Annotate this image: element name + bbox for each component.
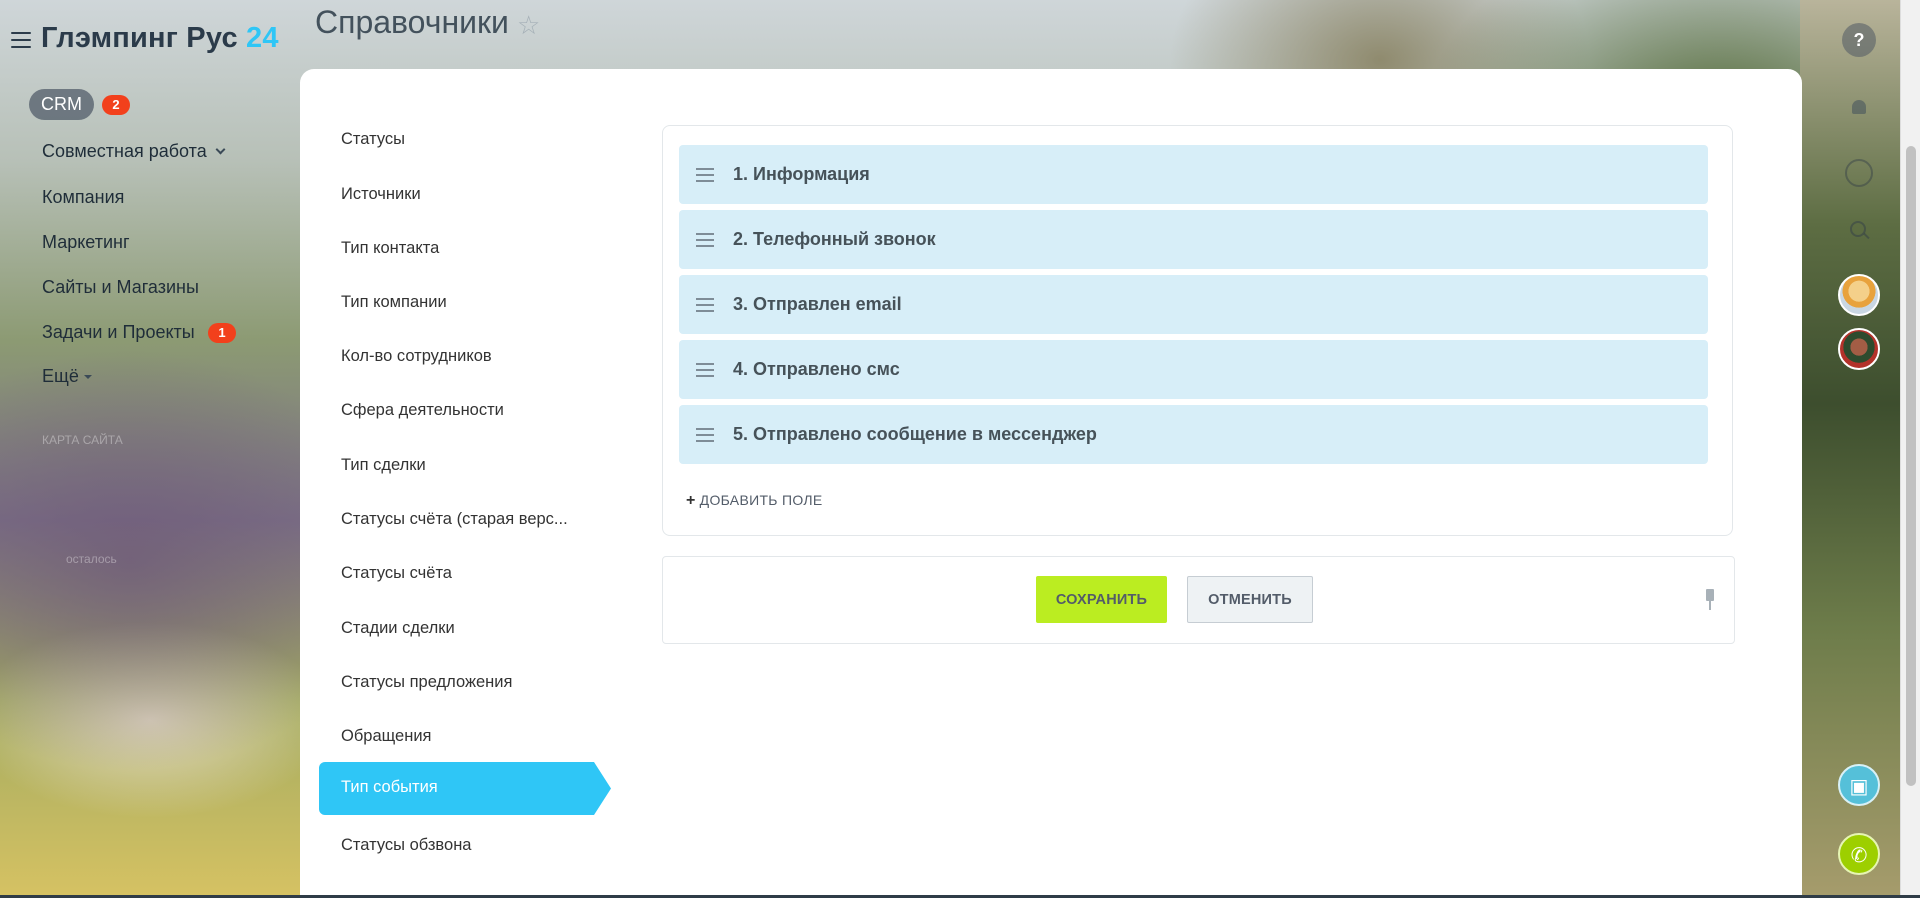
avatar[interactable] xyxy=(1838,328,1880,370)
menu-item-invoice-statuses[interactable]: Статусы счёта xyxy=(341,564,452,583)
field-label: 4. Отправлено смс xyxy=(733,359,900,379)
field-row[interactable]: 4. Отправлено смс xyxy=(679,340,1708,399)
sidebar-item-sites[interactable]: Сайты и Магазины xyxy=(42,277,199,298)
phone-icon[interactable]: ✆ xyxy=(1838,833,1880,875)
drag-handle-icon[interactable] xyxy=(696,363,714,381)
tasks-counter-badge: 1 xyxy=(208,323,236,343)
menu-item-event-type[interactable]: Тип события xyxy=(319,762,611,815)
documents-icon[interactable]: ▣ xyxy=(1838,764,1880,806)
menu-item-sources[interactable]: Источники xyxy=(341,185,421,204)
sidebar-item-company[interactable]: Компания xyxy=(42,187,124,208)
avatar[interactable] xyxy=(1838,274,1880,316)
menu-item-invoice-statuses-old[interactable]: Статусы счёта (старая верс... xyxy=(341,510,568,529)
page-title: Справочники xyxy=(315,4,509,40)
help-icon[interactable]: ? xyxy=(1842,23,1876,57)
menu-item-statuses[interactable]: Статусы xyxy=(341,130,405,149)
timeman-clock-icon[interactable] xyxy=(1845,159,1873,187)
sidebar-item-label: Совместная работа xyxy=(42,141,207,161)
sidebar-item-tasks[interactable]: Задачи и Проекты xyxy=(42,322,195,343)
scrollbar-thumb[interactable] xyxy=(1906,146,1916,786)
notifications-bell-icon[interactable] xyxy=(1842,92,1876,126)
sidebar-item-label: Ещё xyxy=(42,366,79,386)
sidebar-item-label: CRM xyxy=(41,94,82,114)
page-scrollbar[interactable] xyxy=(1900,0,1920,898)
menu-item-label: Тип события xyxy=(341,778,438,796)
save-button[interactable]: СОХРАНИТЬ xyxy=(1036,576,1167,623)
sidebar-item-collaboration[interactable]: Совместная работа xyxy=(42,141,226,162)
field-label: 1. Информация xyxy=(733,164,870,184)
favorite-star-icon[interactable]: ☆ xyxy=(517,10,540,41)
faded-remaining-text: осталось xyxy=(66,552,117,566)
menu-item-quote-statuses[interactable]: Статусы предложения xyxy=(341,673,512,692)
menu-item-employees[interactable]: Кол-во сотрудников xyxy=(341,347,492,366)
drag-handle-icon[interactable] xyxy=(696,168,714,186)
menu-item-industry[interactable]: Сфера деятельности xyxy=(341,401,504,420)
field-row[interactable]: 1. Информация xyxy=(679,145,1708,204)
field-label: 2. Телефонный звонок xyxy=(733,229,936,249)
portal-suffix: 24 xyxy=(246,22,279,54)
background-photo-right xyxy=(1800,0,1900,898)
field-row[interactable]: 2. Телефонный звонок xyxy=(679,210,1708,269)
sidebar-item-label: Маркетинг xyxy=(42,232,130,252)
pin-icon[interactable] xyxy=(1703,589,1717,611)
menu-item-appeals[interactable]: Обращения xyxy=(341,727,431,746)
search-icon[interactable] xyxy=(1842,215,1876,249)
field-row[interactable]: 3. Отправлен email xyxy=(679,275,1708,334)
plus-icon: + xyxy=(686,492,696,509)
cancel-button[interactable]: ОТМЕНИТЬ xyxy=(1187,576,1313,623)
field-label: 3. Отправлен email xyxy=(733,294,902,314)
drag-handle-icon[interactable] xyxy=(696,298,714,316)
menu-item-call-statuses[interactable]: Статусы обзвона xyxy=(341,836,471,855)
crm-counter-badge: 2 xyxy=(102,95,130,115)
field-label: 5. Отправлено сообщение в мессенджер xyxy=(733,424,1097,444)
sitemap-link-faded[interactable]: КАРТА САЙТА xyxy=(42,433,123,447)
drag-handle-icon[interactable] xyxy=(696,428,714,446)
field-row[interactable]: 5. Отправлено сообщение в мессенджер xyxy=(679,405,1708,464)
menu-item-deal-type[interactable]: Тип сделки xyxy=(341,456,426,475)
drag-handle-icon[interactable] xyxy=(696,233,714,251)
portal-logo[interactable]: Глэмпинг Рус 24 xyxy=(41,22,279,55)
sidebar-item-more[interactable]: Ещё xyxy=(42,366,92,387)
menu-item-company-type[interactable]: Тип компании xyxy=(341,293,447,312)
sidebar-item-label: Сайты и Магазины xyxy=(42,277,199,297)
sidebar-item-crm[interactable]: CRM xyxy=(29,89,94,120)
portal-name: Глэмпинг Рус xyxy=(41,22,238,54)
sidebar-item-label: Задачи и Проекты xyxy=(42,322,195,342)
sidebar-item-marketing[interactable]: Маркетинг xyxy=(42,232,130,253)
chevron-down-icon xyxy=(215,144,226,155)
menu-burger-icon[interactable] xyxy=(11,32,31,48)
caret-down-icon xyxy=(83,375,92,379)
menu-item-deal-stages[interactable]: Стадии сделки xyxy=(341,619,455,638)
sidebar-item-label: Компания xyxy=(42,187,125,207)
add-field-button[interactable]: + ДОБАВИТЬ ПОЛЕ xyxy=(686,492,823,510)
menu-item-contact-type[interactable]: Тип контакта xyxy=(341,239,439,258)
add-field-label: ДОБАВИТЬ ПОЛЕ xyxy=(699,492,823,508)
